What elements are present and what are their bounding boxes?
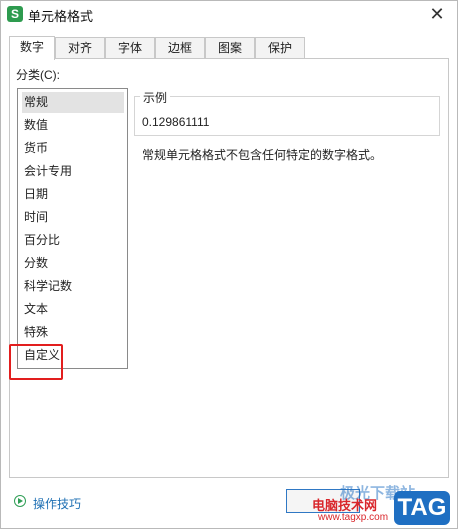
category-time[interactable]: 时间	[22, 207, 124, 228]
category-percentage[interactable]: 百分比	[22, 230, 124, 251]
category-special[interactable]: 特殊	[22, 322, 124, 343]
category-fraction[interactable]: 分数	[22, 253, 124, 274]
close-icon[interactable]: ✕	[427, 4, 447, 24]
title-bar[interactable]: S 单元格格式 ✕	[1, 1, 457, 27]
category-accounting[interactable]: 会计专用	[22, 161, 124, 182]
wps-spreadsheet-icon: S	[7, 6, 23, 22]
custom-category-highlight	[9, 344, 63, 380]
category-scientific[interactable]: 科学记数	[22, 276, 124, 297]
category-general[interactable]: 常规	[22, 92, 124, 113]
category-currency[interactable]: 货币	[22, 138, 124, 159]
operation-tips-link[interactable]: 操作技巧	[33, 495, 81, 512]
category-text[interactable]: 文本	[22, 299, 124, 320]
format-description: 常规单元格格式不包含任何特定的数字格式。	[142, 148, 383, 162]
watermark-url: www.tagxp.com	[318, 512, 389, 523]
tab-border[interactable]: 边框	[155, 37, 205, 58]
tab-pattern[interactable]: 图案	[205, 37, 255, 58]
sample-label: 示例	[140, 89, 171, 106]
tab-font[interactable]: 字体	[105, 37, 155, 58]
category-number[interactable]: 数值	[22, 115, 124, 136]
play-circle-icon[interactable]	[14, 495, 26, 507]
category-list[interactable]: 常规 数值 货币 会计专用 日期 时间 百分比 分数 科学记数 文本 特殊 自定…	[17, 88, 128, 369]
dialog-title: 单元格格式	[28, 9, 94, 24]
watermark-tag-logo: TAG	[394, 491, 450, 525]
sample-value: 0.129861111	[142, 115, 210, 129]
tab-protection[interactable]: 保护	[255, 37, 305, 58]
tab-number[interactable]: 数字	[9, 36, 55, 60]
tab-alignment[interactable]: 对齐	[55, 37, 105, 58]
category-date[interactable]: 日期	[22, 184, 124, 205]
category-label: 分类(C):	[16, 68, 60, 82]
